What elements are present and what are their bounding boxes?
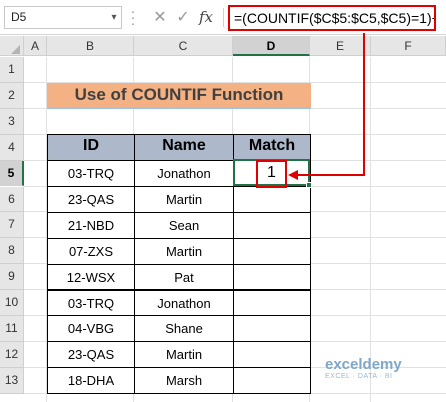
row-header-10[interactable]: 10 — [0, 290, 24, 316]
match-result-highlight: 1 — [256, 160, 287, 188]
insert-function-button[interactable]: fx — [196, 6, 216, 29]
sheet-title: Use of COUNTIF Function — [47, 83, 311, 109]
chevron-down-icon[interactable]: ▾ — [106, 6, 122, 29]
watermark-brand: exceldemy — [325, 356, 402, 373]
row-header-13[interactable]: 13 — [0, 367, 24, 394]
column-header-d[interactable]: D — [233, 36, 310, 56]
table-header-id: ID — [47, 134, 135, 161]
select-all-triangle-icon — [11, 45, 20, 54]
table-cell[interactable]: 23-QAS — [47, 185, 135, 213]
table-cell[interactable]: Marsh — [134, 367, 234, 395]
table-header-match: Match — [233, 134, 311, 161]
row-header-11[interactable]: 11 — [0, 316, 24, 342]
row-header-9[interactable]: 9 — [0, 264, 24, 291]
table-cell[interactable]: 12-WSX — [47, 263, 135, 291]
table-cell[interactable]: Martin — [134, 237, 234, 265]
table-cell[interactable]: Pat — [134, 263, 234, 291]
column-header-a[interactable]: A — [24, 36, 47, 56]
table-cell[interactable]: 07-ZXS — [47, 237, 135, 265]
formula-bar-divider — [223, 8, 224, 27]
table-cell[interactable]: Martin — [134, 341, 234, 369]
row-header-3[interactable]: 3 — [0, 108, 24, 135]
column-header-c[interactable]: C — [134, 36, 233, 56]
row-header-6[interactable]: 6 — [0, 186, 24, 213]
row-header-1[interactable]: 1 — [0, 57, 24, 83]
table-cell[interactable] — [233, 263, 311, 291]
enter-icon[interactable]: ✓ — [173, 6, 193, 29]
column-header-f[interactable]: F — [371, 36, 446, 56]
table-header-name: Name — [134, 134, 234, 161]
table-cell[interactable]: Jonathon — [134, 289, 234, 317]
row-header-2[interactable]: 2 — [0, 82, 24, 109]
table-cell[interactable] — [233, 367, 311, 395]
table-cell[interactable] — [233, 315, 311, 343]
table-cell[interactable]: 18-DHA — [47, 367, 135, 395]
table-cell[interactable] — [233, 211, 311, 239]
name-box[interactable]: D5 — [4, 6, 122, 29]
table-cell[interactable]: 23-QAS — [47, 341, 135, 369]
row-header-12[interactable]: 12 — [0, 341, 24, 368]
table-cell[interactable] — [233, 185, 311, 213]
table-cell[interactable] — [233, 237, 311, 265]
table-cell[interactable] — [233, 341, 311, 369]
row-header-5[interactable]: 5 — [0, 160, 24, 187]
more-options-icon[interactable]: · · · — [128, 4, 138, 30]
cancel-icon[interactable]: ✕ — [150, 6, 170, 29]
column-header-e[interactable]: E — [310, 36, 371, 56]
row-header-4[interactable]: 4 — [0, 134, 24, 161]
table-cell[interactable]: 04-VBG — [47, 315, 135, 343]
formula-input[interactable]: =(COUNTIF($C$5:$C5,$C5)=1)+0 — [228, 5, 436, 31]
watermark-tagline: EXCEL · DATA · BI — [325, 373, 393, 380]
exceldemy-watermark: exceldemy EXCEL · DATA · BI — [325, 356, 445, 390]
table-cell[interactable] — [233, 289, 311, 317]
row-header-8[interactable]: 8 — [0, 238, 24, 265]
column-header-b[interactable]: B — [47, 36, 134, 56]
table-cell[interactable]: 21-NBD — [47, 211, 135, 239]
table-cell[interactable]: Shane — [134, 315, 234, 343]
fill-handle[interactable] — [306, 182, 312, 188]
row-header-7[interactable]: 7 — [0, 212, 24, 239]
table-cell[interactable]: 03-TRQ — [47, 289, 135, 317]
column-gridline — [370, 57, 371, 402]
table-cell[interactable]: Jonathon — [134, 160, 234, 187]
table-cell[interactable]: Sean — [134, 211, 234, 239]
table-cell[interactable]: Martin — [134, 185, 234, 213]
table-cell[interactable]: 03-TRQ — [47, 160, 135, 187]
